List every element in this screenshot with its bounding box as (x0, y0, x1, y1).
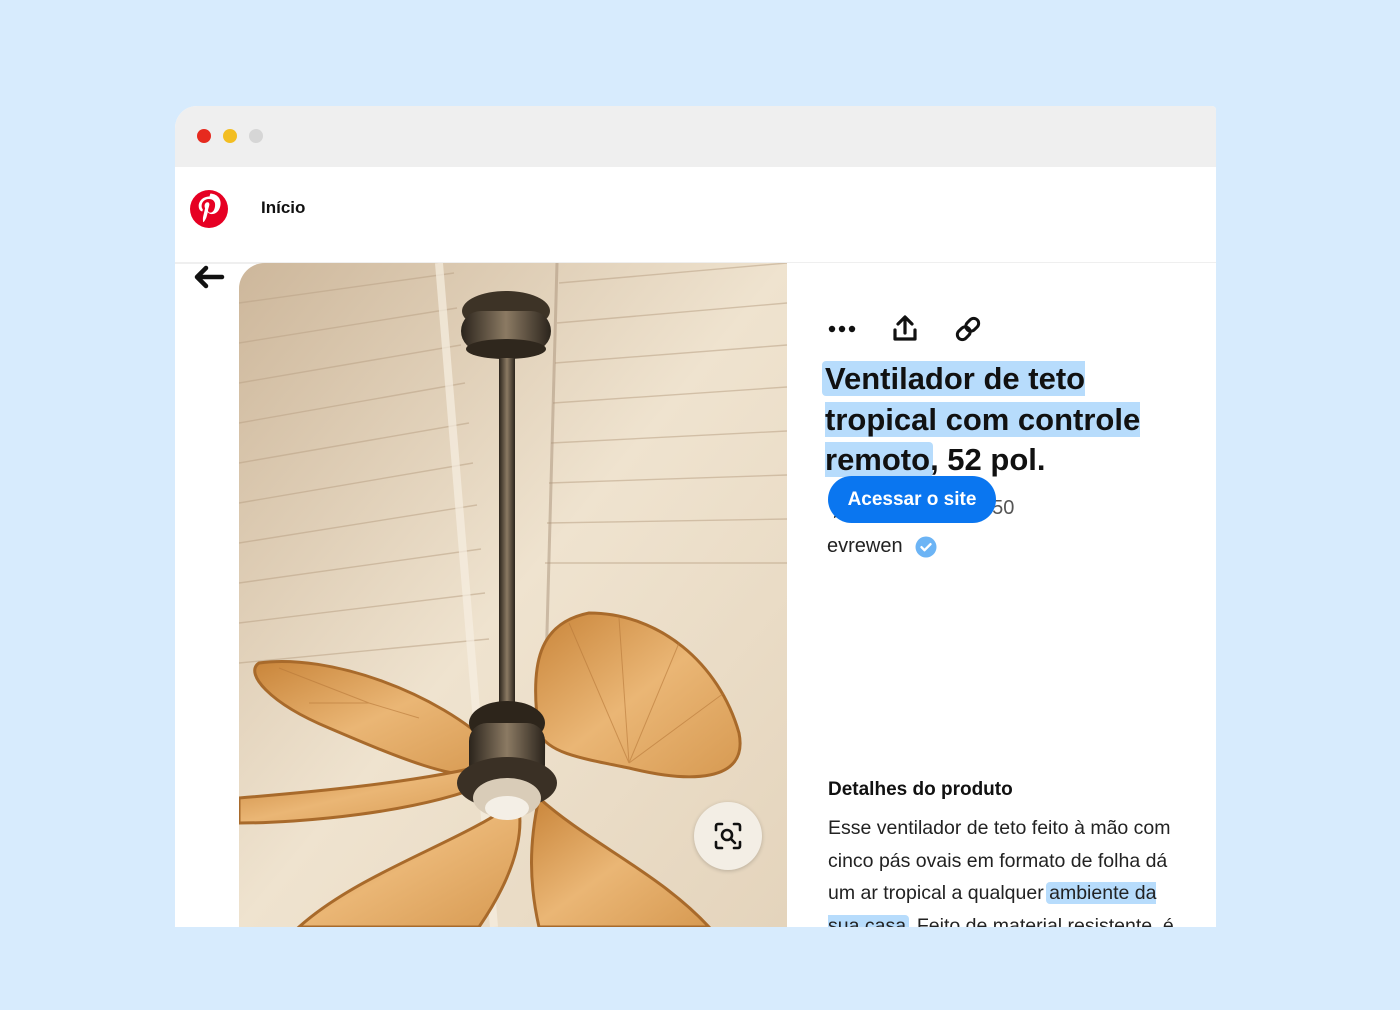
more-options-button[interactable] (825, 311, 859, 347)
browser-window: Início Ventilador de teto tropical com c… (175, 106, 1216, 927)
visual-search-icon (714, 822, 742, 850)
title-rest: , 52 pol. (930, 442, 1046, 477)
verified-icon (915, 536, 937, 557)
product-details-heading: Detalhes do produto (828, 779, 1013, 800)
close-window-button[interactable] (197, 129, 211, 143)
top-navigation: Início (175, 167, 1216, 264)
maximize-window-button[interactable] (249, 129, 263, 143)
pinterest-logo-icon[interactable] (189, 189, 229, 229)
visual-search-button[interactable] (694, 802, 762, 870)
title-bar (175, 106, 1216, 167)
product-description: Esse ventilador de teto feito à mão com … (828, 812, 1183, 927)
pin-image[interactable] (239, 263, 787, 927)
share-icon (893, 315, 917, 341)
creator-name[interactable]: evrewen (827, 535, 903, 558)
copy-link-icon (955, 316, 981, 342)
share-button[interactable] (888, 311, 922, 347)
pin-title: Ventilador de teto tropical com controle… (822, 359, 1195, 481)
creator[interactable]: evrewen (827, 535, 937, 558)
minimize-window-button[interactable] (223, 129, 237, 143)
visit-site-button[interactable]: Acessar o site (828, 476, 996, 523)
more-options-icon (828, 325, 856, 333)
back-arrow-icon[interactable] (190, 262, 228, 292)
copy-link-button[interactable] (951, 311, 985, 347)
pin-details-panel: Ventilador de teto tropical com controle… (787, 263, 1216, 927)
home-link[interactable]: Início (261, 198, 305, 218)
